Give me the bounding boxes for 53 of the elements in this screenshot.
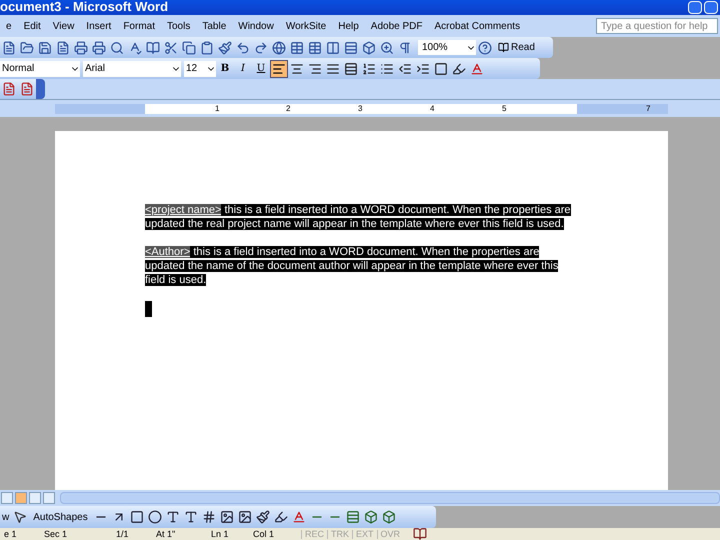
ruler-number: 2 — [286, 104, 290, 112]
autoshapes-menu-button[interactable]: AutoShapes — [29, 510, 92, 524]
toolbar-icon[interactable] — [254, 508, 272, 526]
document-paragraph: <project name> this is a field inserted into a WORD document. When the properties are updated the real project name will appear in the template where ever this field is used. — [145, 203, 572, 231]
font-size-dropdown[interactable]: 12 — [184, 60, 216, 76]
status-text: At 1" — [155, 530, 176, 538]
menu-item[interactable]: Window — [232, 18, 280, 34]
menu-item[interactable]: View — [46, 18, 80, 34]
toolbar-icon[interactable] — [216, 38, 234, 56]
align-left-button[interactable] — [270, 60, 288, 78]
status-text: Col 1 — [252, 530, 276, 538]
minimize-button[interactable] — [688, 1, 702, 14]
toolbar-grip[interactable] — [36, 79, 45, 99]
ruler-number: 4 — [430, 104, 434, 112]
toolbar-icon[interactable] — [360, 38, 378, 56]
book-icon — [498, 42, 509, 53]
menu-item[interactable]: Table — [196, 18, 232, 34]
toolbar-icon[interactable] — [72, 38, 90, 56]
toolbar-icon[interactable] — [270, 38, 288, 56]
menu-item[interactable]: Format — [117, 18, 161, 34]
toolbar-icon[interactable] — [90, 38, 108, 56]
menu-item[interactable]: Tools — [160, 18, 196, 34]
read-button[interactable]: Read — [494, 40, 539, 55]
zoom-field[interactable]: 100% — [418, 40, 476, 55]
menu-item[interactable]: Insert — [80, 18, 118, 34]
toolbar-icon[interactable] — [180, 38, 198, 56]
menu-item[interactable]: e — [0, 18, 18, 34]
ruler-number: 5 — [502, 104, 506, 112]
style-dropdown[interactable]: Normal — [0, 60, 80, 76]
ruler-number: 1 — [215, 104, 220, 112]
ruler-number: 7 — [646, 104, 650, 112]
menu-item[interactable]: Edit — [18, 18, 47, 34]
spelling-status-icon[interactable] — [411, 525, 430, 540]
help-search-field[interactable]: Type a question for help — [596, 18, 718, 34]
document-paragraph: <Author> this is a field inserted into a WORD document. When the properties are updated the name of the document author will appear in the template where ever this field is used. — [145, 245, 560, 287]
menu-item[interactable]: Acrobat Comments — [428, 18, 526, 34]
status-text: e 1 — [3, 530, 18, 538]
restore-button[interactable] — [704, 1, 718, 14]
italic-button[interactable]: I — [234, 61, 252, 76]
underline-button[interactable]: U — [252, 61, 270, 76]
help-icon[interactable] — [476, 38, 494, 56]
bold-button[interactable]: B — [216, 61, 234, 76]
status-text: Sec 1 — [43, 530, 68, 538]
window-title: ocument3 - Microsoft Word — [0, 0, 168, 13]
menu-item[interactable]: WorkSite — [280, 18, 332, 34]
ruler-number: 3 — [358, 104, 362, 112]
status-text: Ln 1 — [210, 530, 230, 538]
menu-item[interactable]: Adobe PDF — [364, 18, 428, 34]
status-text: 1/1 — [115, 530, 130, 538]
font-dropdown[interactable]: Arial — [83, 60, 181, 76]
draw-menu-button[interactable]: w — [0, 510, 12, 524]
menu-item[interactable]: Help — [332, 18, 365, 34]
toolbar-icon[interactable] — [146, 508, 164, 526]
